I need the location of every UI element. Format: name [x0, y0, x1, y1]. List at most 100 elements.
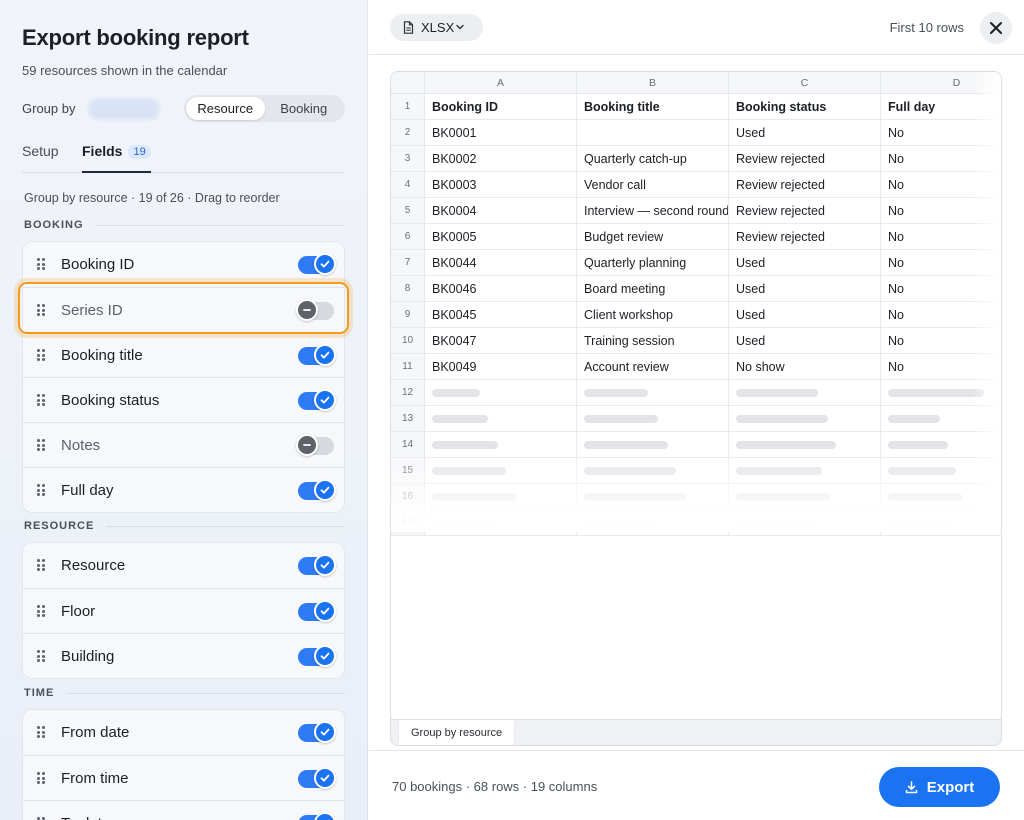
table-cell: No	[881, 354, 1001, 380]
section-label-resource: RESOURCE	[24, 520, 345, 532]
field-toggle[interactable]	[298, 554, 336, 576]
skeleton-bar	[584, 440, 668, 449]
tab-fields[interactable]: Fields 19	[82, 143, 151, 173]
drag-handle-icon[interactable]	[37, 258, 45, 270]
close-button[interactable]	[980, 12, 1012, 44]
header-cell: Booking ID	[425, 94, 577, 120]
table-cell: BK0044	[425, 250, 577, 276]
field-group-time: From date From time To date	[22, 709, 345, 820]
tab-setup[interactable]: Setup	[22, 143, 59, 159]
minus-icon	[296, 299, 318, 321]
field-row-series-id[interactable]: Series ID	[23, 287, 344, 332]
export-label: Export	[926, 778, 975, 796]
table-cell: No	[881, 302, 1001, 328]
placeholder-cell	[425, 406, 577, 432]
drag-handle-icon[interactable]	[37, 772, 45, 784]
export-button[interactable]: Export	[879, 767, 1000, 807]
group-by-booking-option[interactable]: Booking	[265, 97, 344, 120]
skeleton-bar	[736, 414, 828, 423]
field-toggle[interactable]	[298, 721, 336, 743]
check-icon	[314, 600, 336, 622]
placeholder-cell	[425, 432, 577, 458]
field-toggle[interactable]	[298, 600, 336, 622]
column-header: C	[729, 72, 881, 94]
placeholder-cell	[729, 510, 881, 536]
column-header: B	[577, 72, 729, 94]
drag-handle-icon[interactable]	[37, 394, 45, 406]
row-number: 8	[391, 276, 425, 302]
drag-handle-icon[interactable]	[37, 439, 45, 451]
table-cell: No show	[729, 354, 881, 380]
field-row-full-day[interactable]: Full day	[23, 467, 344, 512]
table-cell: BK0002	[425, 146, 577, 172]
drag-handle-icon[interactable]	[37, 605, 45, 617]
field-toggle[interactable]	[298, 767, 336, 789]
placeholder-cell	[881, 432, 1001, 458]
chevron-down-icon	[456, 24, 464, 30]
table-cell: BK0049	[425, 354, 577, 380]
skeleton-bar	[736, 388, 818, 397]
format-dropdown[interactable]: XLSX	[390, 14, 483, 41]
drag-handle-icon[interactable]	[37, 304, 45, 316]
field-label: Resource	[61, 557, 126, 574]
skeleton-bar	[584, 388, 648, 397]
field-row-building[interactable]: Building	[23, 633, 344, 678]
close-icon	[990, 22, 1002, 34]
skeleton-bar	[888, 518, 948, 527]
settings-panel: Export booking report 59 resources shown…	[0, 0, 368, 820]
fields-hint: Group by resource · 19 of 26 · Drag to r…	[24, 191, 280, 205]
field-toggle[interactable]	[296, 299, 334, 321]
table-cell: Quarterly catch-up	[577, 146, 729, 172]
table-cell: Training session	[577, 328, 729, 354]
check-icon	[314, 767, 336, 789]
field-row-floor[interactable]: Floor	[23, 588, 344, 633]
row-number: 2	[391, 120, 425, 146]
skeleton-bar	[584, 518, 654, 527]
drag-handle-icon[interactable]	[37, 484, 45, 496]
field-row-from-date[interactable]: From date	[23, 710, 344, 755]
skeleton-bar	[584, 492, 686, 501]
table-cell: Used	[729, 276, 881, 302]
drag-handle-icon[interactable]	[37, 349, 45, 361]
table-cell: Used	[729, 250, 881, 276]
field-toggle[interactable]	[298, 645, 336, 667]
placeholder-cell	[729, 432, 881, 458]
table-cell: Review rejected	[729, 146, 881, 172]
field-row-booking-id[interactable]: Booking ID	[23, 242, 344, 287]
field-toggle[interactable]	[298, 812, 336, 820]
field-label: From time	[61, 769, 129, 787]
field-label: To date	[61, 815, 110, 820]
skeleton-bar	[888, 492, 962, 501]
placeholder-cell	[425, 380, 577, 406]
field-label: Booking title	[61, 346, 143, 364]
row-number: 17	[391, 510, 425, 536]
check-icon	[314, 812, 336, 820]
field-row-to-date[interactable]: To date	[23, 800, 344, 820]
row-number: 6	[391, 224, 425, 250]
table-cell: Review rejected	[729, 172, 881, 198]
table-cell: No	[881, 224, 1001, 250]
field-toggle[interactable]	[298, 344, 336, 366]
row-number: 4	[391, 172, 425, 198]
row-number: 13	[391, 406, 425, 432]
field-row-booking-status[interactable]: Booking status	[23, 377, 344, 422]
drag-handle-icon[interactable]	[37, 726, 45, 738]
field-toggle[interactable]	[298, 479, 336, 501]
field-row-notes[interactable]: Notes	[23, 422, 344, 467]
skeleton-bar	[736, 466, 822, 475]
group-by-segmented: Resource Booking	[184, 95, 345, 122]
field-row-booking-title[interactable]: Booking title	[23, 332, 344, 377]
drag-handle-icon[interactable]	[37, 650, 45, 662]
sheet-tab[interactable]: Group by resource	[399, 720, 515, 745]
field-row-resource[interactable]: Resource	[23, 543, 344, 588]
field-toggle[interactable]	[296, 434, 334, 456]
field-toggle[interactable]	[298, 253, 336, 275]
panel-tabs: Setup Fields 19	[22, 140, 345, 173]
table-cell: Account review	[577, 354, 729, 380]
skeleton-bar	[432, 492, 516, 501]
field-row-from-time[interactable]: From time	[23, 755, 344, 800]
field-toggle[interactable]	[298, 389, 336, 411]
group-by-resource-option[interactable]: Resource	[186, 97, 265, 120]
drag-handle-icon[interactable]	[37, 559, 45, 571]
placeholder-cell	[577, 458, 729, 484]
